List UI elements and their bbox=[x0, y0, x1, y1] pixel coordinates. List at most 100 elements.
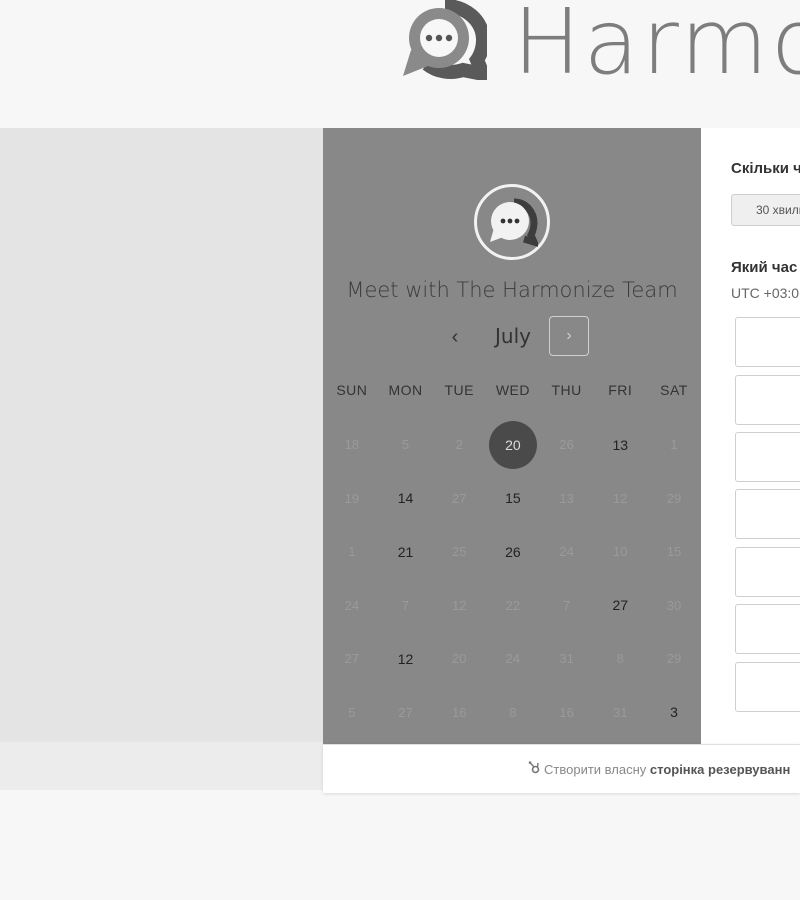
day-number: 7 bbox=[401, 597, 410, 613]
calendar-panel: Meet with The Harmonize Team ‹ July › SU… bbox=[323, 128, 701, 744]
booking-page: Harmo Meet with The Harmonize Team ‹ Jul… bbox=[0, 0, 800, 900]
time-slot-button[interactable] bbox=[735, 489, 800, 539]
unavailable-day: 31 bbox=[540, 651, 594, 666]
unavailable-day: 19 bbox=[325, 491, 379, 506]
day-number: 8 bbox=[509, 704, 517, 720]
footer-prefix: Створити власну bbox=[544, 762, 647, 777]
time-slot-button[interactable] bbox=[735, 662, 800, 712]
footer-promo[interactable]: Створити власну сторінка резервуванн bbox=[528, 761, 790, 777]
calendar-week-row: 24 7 12 22 7 27 30 bbox=[325, 579, 701, 633]
weekday-label: THU bbox=[551, 382, 582, 398]
day-number: 27 bbox=[451, 490, 467, 506]
month-navigation: ‹ July › bbox=[323, 316, 701, 358]
available-day[interactable]: 14 bbox=[379, 490, 433, 506]
available-day[interactable]: 21 bbox=[379, 544, 433, 560]
day-number: 30 bbox=[666, 597, 682, 613]
weekday-label: MON bbox=[388, 382, 423, 398]
day-number: 12 bbox=[397, 650, 414, 667]
weekday-label: SAT bbox=[660, 382, 688, 398]
day-number: 14 bbox=[397, 490, 414, 507]
day-number: 29 bbox=[666, 490, 682, 506]
calendar-week-row: 19 14 27 15 13 12 29 bbox=[325, 472, 701, 526]
day-number: 26 bbox=[505, 543, 521, 560]
calendar-week-row: 5 27 16 8 16 31 3 bbox=[325, 686, 701, 740]
unavailable-day: 7 bbox=[540, 598, 594, 613]
unavailable-day: 24 bbox=[486, 651, 540, 666]
unavailable-day: 31 bbox=[593, 705, 647, 720]
day-number: 15 bbox=[666, 544, 682, 560]
weekday-label: WED bbox=[495, 382, 530, 398]
prev-month-button[interactable]: ‹ bbox=[441, 324, 469, 350]
chat-bubble-logo-icon bbox=[403, 0, 495, 84]
unavailable-day: 2 bbox=[432, 437, 486, 452]
meeting-title: Meet with The Harmonize Team bbox=[346, 278, 678, 302]
available-day[interactable]: 26 bbox=[486, 544, 540, 560]
sprocket-icon bbox=[528, 761, 540, 777]
booking-options-panel: Скільки ч 30 хвили Який час UTC +03:0 bbox=[701, 128, 800, 744]
time-slot-button[interactable] bbox=[735, 317, 800, 367]
unavailable-day: 24 bbox=[540, 544, 594, 559]
unavailable-day: 8 bbox=[486, 705, 540, 720]
footer-link[interactable]: сторінка резервуванн bbox=[650, 762, 790, 777]
time-slot-button[interactable] bbox=[735, 547, 800, 597]
day-number: 2 bbox=[455, 437, 463, 453]
available-day[interactable]: 13 bbox=[593, 437, 647, 453]
duration-question: Скільки ч bbox=[731, 160, 800, 177]
unavailable-day: 30 bbox=[647, 598, 701, 613]
time-slot-button[interactable] bbox=[735, 604, 800, 654]
weekday-label: TUE bbox=[444, 382, 474, 398]
day-number: 24 bbox=[344, 597, 360, 613]
unavailable-day: 27 bbox=[325, 651, 379, 666]
left-overlay-footer bbox=[0, 742, 323, 790]
day-number: 19 bbox=[344, 490, 360, 506]
duration-option-button[interactable]: 30 хвили bbox=[731, 194, 800, 226]
unavailable-day: 16 bbox=[540, 705, 594, 720]
unavailable-day: 7 bbox=[379, 598, 433, 613]
timezone-label[interactable]: UTC +03:0 bbox=[731, 285, 799, 301]
chat-bubble-icon bbox=[490, 198, 538, 247]
unavailable-day: 12 bbox=[593, 491, 647, 506]
day-number: 27 bbox=[344, 651, 360, 667]
unavailable-day: 1 bbox=[647, 437, 701, 452]
unavailable-day: 1 bbox=[325, 544, 379, 559]
day-number: 13 bbox=[559, 490, 574, 506]
weekday-label: FRI bbox=[608, 382, 633, 398]
day-number: 24 bbox=[559, 544, 574, 560]
day-number: 22 bbox=[505, 597, 521, 613]
weekday-label: SUN bbox=[336, 382, 368, 398]
calendar-grid: 18 5 2 20 26 13 1 19 14 27 15 13 12 29 1 21 25 26 24 10 15 24… bbox=[325, 418, 701, 739]
available-day[interactable]: 27 bbox=[593, 597, 647, 613]
unavailable-day: 20 bbox=[432, 651, 486, 666]
available-day[interactable]: 12 bbox=[379, 651, 433, 667]
unavailable-day: 26 bbox=[540, 437, 594, 452]
day-number: 21 bbox=[397, 543, 414, 560]
day-number: 7 bbox=[562, 597, 571, 613]
day-number: 18 bbox=[344, 437, 360, 453]
team-avatar bbox=[474, 184, 550, 260]
calendar-week-row: 27 12 20 24 31 8 29 bbox=[325, 632, 701, 686]
calendar-week-row: 18 5 2 20 26 13 1 bbox=[325, 418, 701, 472]
day-number: 1 bbox=[670, 437, 678, 453]
month-label: July bbox=[495, 324, 531, 348]
weekday-header: SUN MON TUE WED THU FRI SAT bbox=[325, 382, 701, 398]
day-number: 29 bbox=[666, 651, 682, 667]
time-slot-button[interactable] bbox=[735, 432, 800, 482]
harmonize-logo: Harmo bbox=[403, 0, 800, 95]
time-slot-button[interactable] bbox=[735, 375, 800, 425]
day-number: 5 bbox=[401, 437, 410, 453]
calendar-week-row: 1 21 25 26 24 10 15 bbox=[325, 525, 701, 579]
unavailable-day: 15 bbox=[647, 544, 701, 559]
day-number: 13 bbox=[612, 436, 629, 453]
day-number: 31 bbox=[559, 651, 574, 667]
unavailable-day: 24 bbox=[325, 598, 379, 613]
day-number: 24 bbox=[505, 651, 521, 667]
next-month-button[interactable]: › bbox=[549, 316, 589, 356]
unavailable-day: 27 bbox=[432, 491, 486, 506]
day-number: 31 bbox=[613, 704, 628, 720]
unavailable-day: 27 bbox=[379, 705, 433, 720]
day-number: 27 bbox=[612, 597, 629, 614]
day-number: 3 bbox=[670, 704, 678, 721]
selected-day[interactable]: 20 bbox=[486, 420, 540, 469]
available-day[interactable]: 3 bbox=[647, 704, 701, 720]
available-day[interactable]: 15 bbox=[486, 490, 540, 506]
